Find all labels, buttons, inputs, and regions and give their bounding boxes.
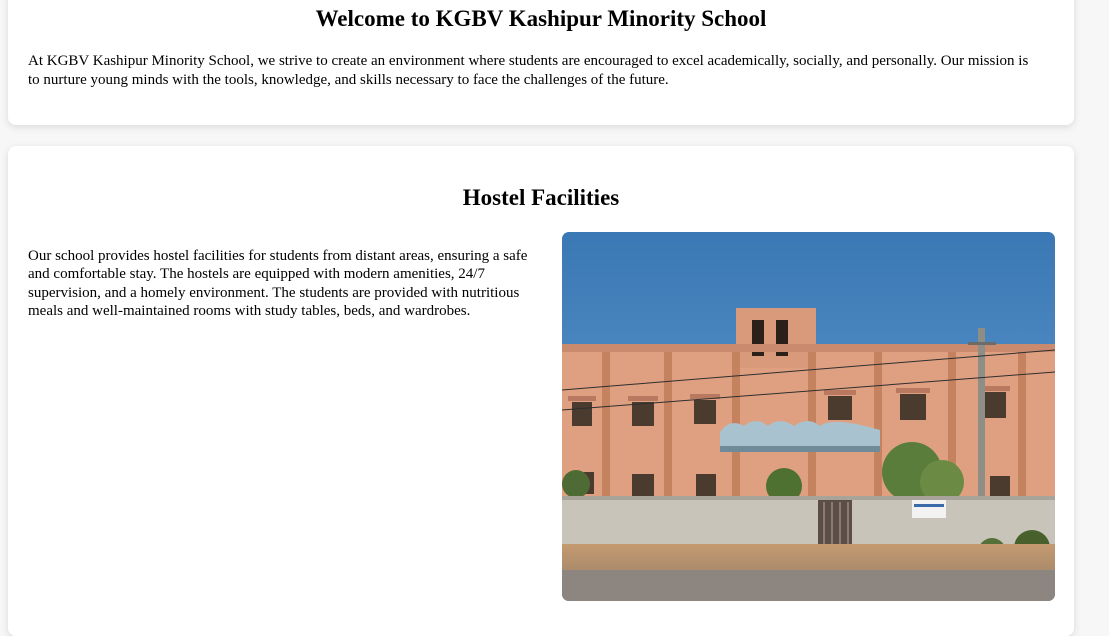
boundary-wall (562, 496, 1055, 548)
hostel-text: Our school provides hostel facilities fo… (28, 248, 528, 319)
welcome-title: Welcome to KGBV Kashipur Minority School (315, 6, 767, 31)
hostel-title: Hostel Facilities (462, 185, 620, 210)
hostel-building-photo (562, 232, 1055, 601)
welcome-section: Welcome to KGBV Kashipur Minority School… (8, 0, 1074, 125)
sign-board (912, 500, 946, 518)
welcome-text: At KGBV Kashipur Minority School, we str… (28, 53, 1029, 88)
hostel-section: Hostel Facilities Our school provides ho… (8, 146, 1074, 636)
